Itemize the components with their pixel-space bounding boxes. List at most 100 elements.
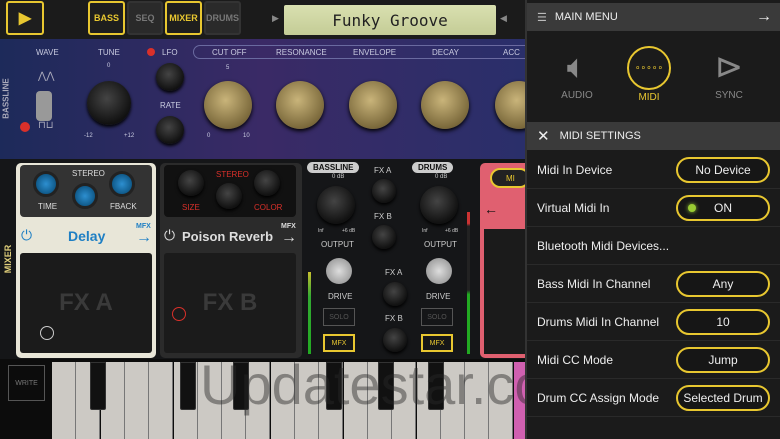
white-key[interactable] <box>246 362 271 439</box>
time-knob[interactable] <box>33 171 59 197</box>
setting-label: Bluetooth Midi Devices... <box>537 238 670 253</box>
play-button[interactable]: ▶ <box>6 1 44 35</box>
drums-drive-knob[interactable] <box>426 258 452 284</box>
drums-solo-button[interactable]: SOLO <box>421 308 453 326</box>
drums-fx-a-send-knob[interactable] <box>383 282 407 306</box>
bassline-drive-knob[interactable] <box>326 258 352 284</box>
white-key[interactable] <box>489 362 514 439</box>
master-xy-pad[interactable] <box>484 229 525 354</box>
send-label: FX A <box>385 268 403 277</box>
midi-setting-row[interactable]: Virtual Midi In ON <box>527 189 780 227</box>
drums-fx-b-send-knob[interactable] <box>383 328 407 352</box>
midi-setting-row[interactable]: Drums Midi In Channel 10 <box>527 303 780 341</box>
fx-a-send-arrow-icon[interactable]: → <box>136 229 152 247</box>
output-label: OUTPUT <box>321 240 354 249</box>
xy-cursor[interactable] <box>172 307 186 321</box>
fx-b-name[interactable]: Poison Reverb <box>182 229 273 244</box>
wave-toggle-switch[interactable] <box>36 91 52 121</box>
size-knob[interactable] <box>178 170 204 196</box>
prev-preset-icon[interactable]: ▶ <box>272 13 279 24</box>
tab-seq[interactable]: SEQ <box>127 1 163 35</box>
lfo-knob[interactable] <box>156 63 184 91</box>
white-key[interactable] <box>343 362 368 439</box>
hamburger-icon[interactable]: ☰ <box>537 11 547 24</box>
resonance-knob[interactable] <box>276 81 324 129</box>
white-key[interactable] <box>440 362 465 439</box>
back-arrow-icon[interactable]: ← <box>484 201 498 217</box>
setting-value: Jump <box>708 352 738 367</box>
fx-b-power-icon[interactable]: ⏻ <box>164 227 175 244</box>
stereo-knob[interactable] <box>72 183 98 209</box>
midi-setting-row[interactable]: Midi CC Mode Jump <box>527 341 780 379</box>
midi-setting-row[interactable]: Midi In Device No Device <box>527 151 780 189</box>
audio-tab[interactable]: 🔈︎ AUDIO <box>547 44 607 101</box>
xy-cursor[interactable] <box>40 326 54 340</box>
white-key[interactable] <box>149 362 174 439</box>
lfo-led-icon[interactable] <box>147 48 155 56</box>
master-fx-button[interactable]: MI <box>490 168 530 188</box>
tune-knob[interactable] <box>87 81 131 125</box>
black-key[interactable] <box>233 362 249 410</box>
fx-a-name[interactable]: Delay <box>68 228 105 244</box>
setting-value-button[interactable]: Jump <box>676 346 770 373</box>
white-key[interactable] <box>52 362 76 439</box>
white-key[interactable] <box>465 362 490 439</box>
setting-value-button[interactable]: No Device <box>676 156 770 183</box>
preset-display[interactable]: Funky Groove <box>284 5 496 35</box>
drums-mfx-button[interactable]: MFX <box>421 334 453 352</box>
tab-drums[interactable]: DRUMS <box>204 1 241 35</box>
white-key[interactable] <box>124 362 149 439</box>
tab-mixer[interactable]: MIXER <box>165 1 202 35</box>
setting-value-button[interactable]: Any <box>676 270 770 297</box>
tune-min-label: -12 <box>84 133 93 139</box>
fx-b-send-arrow-icon[interactable]: → <box>281 229 297 247</box>
cutoff-knob[interactable] <box>204 81 252 129</box>
rate-knob[interactable] <box>156 116 184 144</box>
sync-tab[interactable]: ⊳ SYNC <box>699 44 759 101</box>
drums-output-knob[interactable] <box>420 186 458 224</box>
close-icon[interactable]: ✕ <box>537 127 550 145</box>
stereo-knob[interactable] <box>216 183 242 209</box>
color-knob[interactable] <box>254 170 280 196</box>
setting-value-button[interactable]: 10 <box>676 308 770 335</box>
white-key[interactable] <box>392 362 417 439</box>
bassline-output-knob[interactable] <box>317 186 355 224</box>
fx-a-xy-pad[interactable]: FX A <box>20 253 152 353</box>
black-key[interactable] <box>90 362 106 410</box>
fx-a-pad-label: FX A <box>59 289 113 316</box>
setting-label: Midi In Device <box>537 162 613 177</box>
bassline-mfx-button[interactable]: MFX <box>323 334 355 352</box>
bassline-channel-label: BASSLINE <box>307 162 360 173</box>
bassline-fx-a-send-knob[interactable] <box>372 179 396 203</box>
white-key[interactable] <box>270 362 295 439</box>
midi-setting-row[interactable]: Drum CC Assign Mode Selected Drum <box>527 379 780 417</box>
forward-arrow-icon[interactable]: → <box>756 8 772 26</box>
black-key[interactable] <box>428 362 444 410</box>
fx-b-xy-pad[interactable]: FX B <box>164 253 296 353</box>
midi-setting-row[interactable]: Bluetooth Midi Devices... <box>527 227 780 265</box>
fx-a-power-icon[interactable]: ⏻ <box>21 227 32 244</box>
white-key[interactable] <box>197 362 222 439</box>
next-preset-icon[interactable]: ◀ <box>500 13 507 24</box>
envelope-knob[interactable] <box>349 81 397 129</box>
envelope-label: ENVELOPE <box>353 48 397 57</box>
tab-bass[interactable]: BASS <box>88 1 125 35</box>
bassline-solo-button[interactable]: SOLO <box>323 308 355 326</box>
write-button[interactable]: WRITE <box>8 365 45 401</box>
midi-setting-row[interactable]: Bass Midi In Channel Any <box>527 265 780 303</box>
black-key[interactable] <box>180 362 196 410</box>
resonance-label: RESONANCE <box>276 48 327 57</box>
bassline-fx-b-send-knob[interactable] <box>372 225 396 249</box>
tune-zero-label: 0 <box>107 63 111 69</box>
midi-tab[interactable]: ∘∘∘∘∘ MIDI <box>619 44 679 103</box>
setting-value-button[interactable]: Selected Drum <box>676 384 770 411</box>
black-key[interactable] <box>378 362 394 410</box>
white-key[interactable] <box>295 362 319 439</box>
square-wave-icon: ⊓⊔ <box>38 120 54 131</box>
feedback-knob[interactable] <box>109 171 135 197</box>
decay-knob[interactable] <box>421 81 469 129</box>
sync-icon: ⊳ <box>714 48 744 86</box>
setting-value-button[interactable]: ON <box>676 194 770 221</box>
send-label: FX A <box>374 166 392 175</box>
black-key[interactable] <box>326 362 342 410</box>
